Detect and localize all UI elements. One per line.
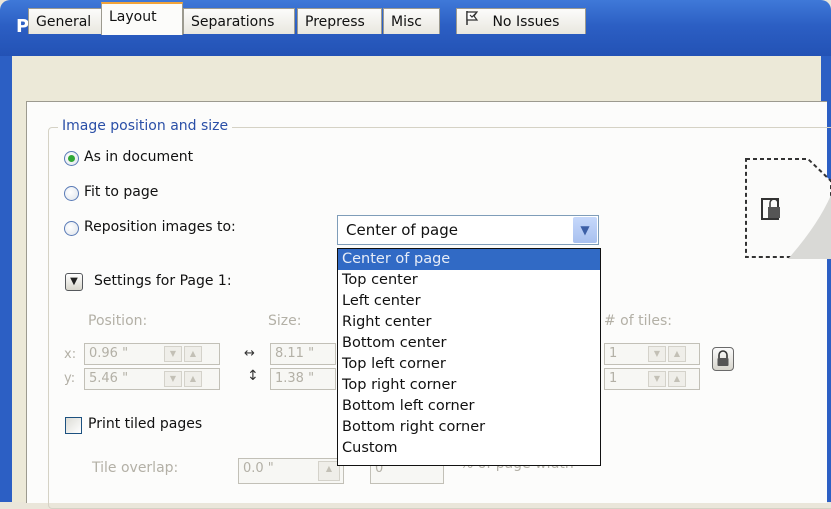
tile-overlap-value: 0.0 "	[243, 461, 274, 476]
size-width-field[interactable]: 8.11 "	[270, 343, 336, 365]
tab-prepress[interactable]: Prepress	[297, 8, 382, 34]
tiles-y-value: 1	[609, 371, 618, 386]
label-reposition-images: Reposition images to:	[84, 219, 236, 235]
label-position: Position:	[88, 313, 148, 329]
tab-misc[interactable]: Misc	[383, 8, 440, 34]
spin-down-icon[interactable]: ▼	[648, 371, 666, 387]
dropdown-option-center-of-page[interactable]: Center of page	[338, 249, 600, 270]
spin-down-icon[interactable]: ▼	[648, 346, 666, 362]
page-preview	[738, 155, 831, 260]
tab-separations[interactable]: Separations	[183, 8, 295, 34]
reposition-dropdown-list: Center of page Top center Left center Ri…	[337, 248, 601, 466]
position-y-value: 5.46 "	[89, 371, 129, 386]
label-fit-to-page: Fit to page	[84, 184, 159, 200]
label-x: x:	[64, 347, 77, 362]
spin-up-icon[interactable]: ▲	[668, 371, 686, 387]
dropdown-option-custom[interactable]: Custom	[338, 438, 600, 459]
spin-up-icon[interactable]: ▲	[184, 371, 202, 387]
window-frame-left	[0, 56, 12, 502]
reposition-select-value: Center of page	[346, 221, 458, 239]
tab-label: No Issues	[492, 14, 560, 30]
spin-up-icon[interactable]: ▲	[668, 346, 686, 362]
radio-fit-to-page[interactable]	[64, 186, 79, 201]
dropdown-option-bottom-center[interactable]: Bottom center	[338, 333, 600, 354]
dropdown-option-right-center[interactable]: Right center	[338, 312, 600, 333]
radio-as-in-document[interactable]	[64, 151, 79, 166]
position-x-value: 0.96 "	[89, 346, 129, 361]
tab-label: Prepress	[305, 14, 365, 30]
label-y: y:	[64, 371, 76, 386]
tab-label: Separations	[191, 14, 275, 30]
tab-general[interactable]: General	[28, 8, 102, 34]
label-settings-for-page: Settings for Page 1:	[94, 273, 232, 289]
radio-reposition-images[interactable]	[64, 221, 79, 236]
dropdown-option-bottom-right-corner[interactable]: Bottom right corner	[338, 417, 600, 438]
spin-down-icon[interactable]: ▼	[164, 346, 182, 362]
issues-flag-icon	[464, 9, 482, 35]
label-number-of-tiles: # of tiles:	[604, 313, 673, 329]
label-tile-overlap: Tile overlap:	[92, 460, 179, 476]
tiles-x-value: 1	[609, 346, 618, 361]
settings-expander-button[interactable]: ▼	[65, 273, 83, 291]
dropdown-option-bottom-left-corner[interactable]: Bottom left corner	[338, 396, 600, 417]
tab-label: Misc	[391, 14, 422, 30]
size-width-value: 8.11 "	[275, 346, 315, 361]
tab-no-issues[interactable]: No Issues	[456, 8, 586, 34]
spin-up-icon[interactable]: ▲	[184, 346, 202, 362]
label-size: Size:	[268, 313, 302, 329]
size-height-value: 1.38 "	[275, 371, 315, 386]
print-tiled-pages-checkbox[interactable]	[65, 417, 82, 434]
width-arrows-icon: ↔	[244, 346, 255, 361]
tab-label: Layout	[109, 9, 157, 25]
dropdown-option-left-center[interactable]: Left center	[338, 291, 600, 312]
dropdown-option-top-left-corner[interactable]: Top left corner	[338, 354, 600, 375]
chevron-down-icon[interactable]: ▼	[573, 217, 597, 243]
tab-label: General	[36, 14, 92, 30]
dropdown-option-top-right-corner[interactable]: Top right corner	[338, 375, 600, 396]
label-print-tiled-pages: Print tiled pages	[88, 416, 203, 432]
dropdown-option-top-center[interactable]: Top center	[338, 270, 600, 291]
lock-aspect-button[interactable]	[712, 347, 734, 371]
page-preview-icon	[745, 158, 831, 259]
lock-icon	[713, 350, 733, 374]
height-arrows-icon: ↕	[247, 368, 259, 384]
size-height-field[interactable]: 1.38 "	[270, 368, 336, 390]
reposition-select[interactable]: Center of page ▼	[337, 215, 599, 245]
group-label-image-position: Image position and size	[58, 118, 233, 134]
label-as-in-document: As in document	[84, 149, 194, 165]
spin-down-icon[interactable]: ▼	[164, 371, 182, 387]
tab-layout[interactable]: Layout	[101, 2, 183, 35]
